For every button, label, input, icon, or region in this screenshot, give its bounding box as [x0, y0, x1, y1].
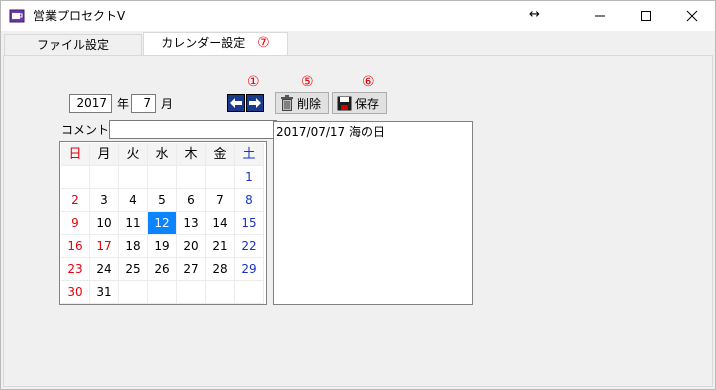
comment-input[interactable] [109, 120, 277, 139]
weekday-header: 月 [90, 143, 119, 166]
month-label: 月 [161, 97, 174, 111]
calendar-day[interactable]: 12 [148, 212, 177, 235]
tab-calendar-settings[interactable]: カレンダー設定 ⑦ [143, 32, 288, 56]
maximize-button[interactable] [623, 1, 669, 31]
marker-1: ① [247, 74, 260, 90]
calendar-day[interactable]: 29 [235, 258, 264, 281]
calendar-empty-cell [206, 281, 235, 304]
calendar-day[interactable]: 2 [61, 189, 90, 212]
calendar-day[interactable]: 5 [148, 189, 177, 212]
year-field[interactable]: 2017 [69, 94, 112, 113]
calendar-day[interactable]: 8 [235, 189, 264, 212]
weekday-header: 土 [235, 143, 264, 166]
calendar-day[interactable]: 20 [177, 235, 206, 258]
save-button[interactable]: 保存 [332, 92, 387, 114]
calendar-day[interactable]: 7 [206, 189, 235, 212]
calendar-day[interactable]: 26 [148, 258, 177, 281]
marker-7: ⑦ [257, 35, 270, 51]
calendar-empty-cell [235, 281, 264, 304]
calendar-day[interactable]: 21 [206, 235, 235, 258]
calendar-day[interactable]: 11 [119, 212, 148, 235]
floppy-disk-icon [337, 96, 352, 110]
calendar-day[interactable]: 10 [90, 212, 119, 235]
calendar-empty-cell [90, 166, 119, 189]
marker-5: ⑤ [301, 74, 314, 90]
minimize-button[interactable] [577, 1, 623, 31]
calendar-day[interactable]: 16 [61, 235, 90, 258]
holiday-list-item[interactable]: 2017/07/17 海の日 [276, 124, 385, 140]
calendar-day[interactable]: 28 [206, 258, 235, 281]
calendar-day[interactable]: 14 [206, 212, 235, 235]
calendar-day[interactable]: 18 [119, 235, 148, 258]
app-window: 営業プロセクトV ↔ ファイル設定 カレンダー設定 ⑦ ① ⑤ ⑥ ② ③ ④ … [0, 0, 716, 390]
save-label: 保存 [355, 96, 380, 111]
close-button[interactable] [669, 1, 715, 31]
year-label: 年 [117, 97, 130, 111]
calendar-empty-cell [177, 166, 206, 189]
prev-month-button[interactable] [227, 94, 245, 112]
calendar-day[interactable]: 1 [235, 166, 264, 189]
calendar-day[interactable]: 24 [90, 258, 119, 281]
arrow-left-icon [230, 98, 242, 108]
weekday-header: 日 [61, 143, 90, 166]
minimize-icon [595, 15, 605, 17]
calendar-grid: 日月火水木金土 1 2 3 4 5 6 7 8 9 10 11 12 13 14 15 16 17 18 19 20 21… [59, 141, 267, 305]
calendar-empty-cell [61, 166, 90, 189]
weekday-header: 木 [177, 143, 206, 166]
calendar-day[interactable]: 23 [61, 258, 90, 281]
weekday-header: 火 [119, 143, 148, 166]
tab-label: カレンダー設定 [161, 36, 246, 50]
window-title: 営業プロセクトV [33, 9, 126, 23]
calendar-day[interactable]: 15 [235, 212, 264, 235]
calendar-empty-cell [119, 166, 148, 189]
calendar-day[interactable]: 30 [61, 281, 90, 304]
comment-label: コメント [61, 123, 110, 137]
calendar-day[interactable]: 19 [148, 235, 177, 258]
calendar-day[interactable]: 13 [177, 212, 206, 235]
resize-icon[interactable]: ↔ [529, 7, 540, 23]
calendar-day[interactable]: 22 [235, 235, 264, 258]
calendar-day[interactable]: 4 [119, 189, 148, 212]
tab-label: ファイル設定 [36, 38, 109, 52]
calendar-day[interactable]: 9 [61, 212, 90, 235]
calendar-empty-cell [119, 281, 148, 304]
calendar-empty-cell [177, 281, 206, 304]
maximize-icon [641, 11, 651, 21]
trash-icon [281, 95, 293, 111]
delete-label: 削除 [297, 96, 322, 111]
calendar-empty-cell [148, 281, 177, 304]
title-bar: 営業プロセクトV ↔ [1, 1, 715, 31]
calendar-day[interactable]: 17 [90, 235, 119, 258]
holiday-list[interactable]: 2017/07/17 海の日 [273, 121, 473, 305]
weekday-header: 水 [148, 143, 177, 166]
delete-button[interactable]: 削除 [275, 92, 329, 114]
calendar-day[interactable]: 27 [177, 258, 206, 281]
arrow-right-icon [249, 98, 261, 108]
calendar-day[interactable]: 6 [177, 189, 206, 212]
calendar-empty-cell [206, 166, 235, 189]
calendar-day[interactable]: 3 [90, 189, 119, 212]
calendar-day[interactable]: 25 [119, 258, 148, 281]
app-icon [9, 8, 25, 24]
close-icon [686, 10, 698, 22]
month-field[interactable]: 7 [131, 94, 156, 113]
tab-file-settings[interactable]: ファイル設定 [4, 34, 142, 56]
calendar-cells: 日月火水木金土 1 2 3 4 5 6 7 8 9 10 11 12 13 14 15 16 17 18 19 20 21… [61, 143, 264, 304]
calendar-empty-cell [148, 166, 177, 189]
marker-6: ⑥ [362, 74, 375, 90]
calendar-day[interactable]: 31 [90, 281, 119, 304]
weekday-header: 金 [206, 143, 235, 166]
next-month-button[interactable] [246, 94, 264, 112]
